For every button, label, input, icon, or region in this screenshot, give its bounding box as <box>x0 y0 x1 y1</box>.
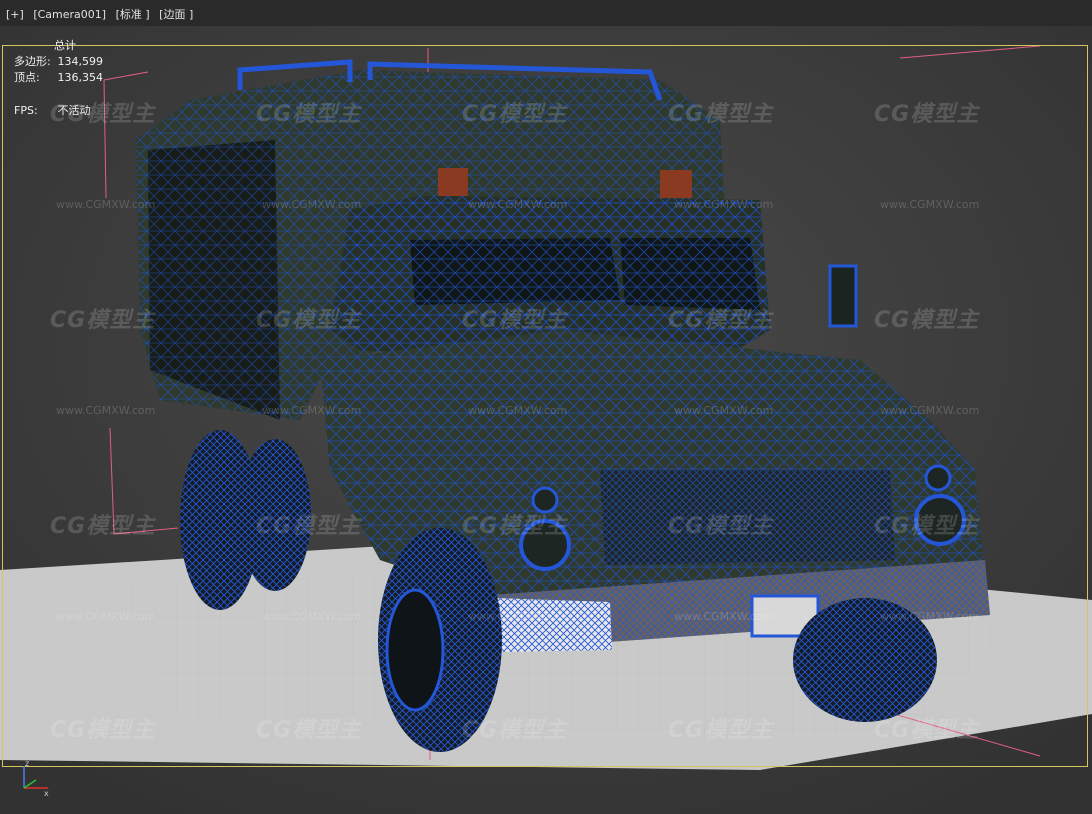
watermark-url: www.CGMXW.com <box>56 404 156 417</box>
watermark-url: www.CGMXW.com <box>674 610 774 623</box>
watermark-logo: CG模型主 <box>668 718 774 743</box>
vertices-value: 136,354 <box>57 71 104 84</box>
watermark-logo: CG模型主 <box>668 514 774 539</box>
watermark-url: www.CGMXW.com <box>468 610 568 623</box>
watermark-logo: CG模型主 <box>668 102 774 127</box>
watermark-logo: CG模型主 <box>50 718 156 743</box>
vertices-label: 顶点: <box>14 71 40 84</box>
viewport-statistics: 总计 多边形: 134,599 顶点: 136,354 <box>14 38 103 86</box>
axis-gizmo-icon: z x <box>23 759 49 798</box>
watermark-logo: CG模型主 <box>874 308 980 333</box>
watermark-url: www.CGMXW.com <box>880 404 980 417</box>
fps-value: 不活动 <box>57 104 91 117</box>
watermark-logo: CG模型主 <box>50 308 156 333</box>
fps-readout: FPS: 不活动 <box>14 102 91 118</box>
polygons-value: 134,599 <box>57 55 104 68</box>
watermark-logo: CG模型主 <box>874 718 980 743</box>
fps-label: FPS: <box>14 104 38 117</box>
watermark-logo: CG模型主 <box>462 308 568 333</box>
watermark-url: www.CGMXW.com <box>880 198 980 211</box>
watermark-url: www.CGMXW.com <box>56 610 156 623</box>
watermark-logo: CG模型主 <box>256 102 362 127</box>
watermark-logo: CG模型主 <box>256 308 362 333</box>
gizmo-x-label: x <box>44 789 49 798</box>
watermark-url: www.CGMXW.com <box>674 404 774 417</box>
watermark-url: www.CGMXW.com <box>674 198 774 211</box>
watermark-url: www.CGMXW.com <box>468 198 568 211</box>
watermark-logo: CG模型主 <box>462 102 568 127</box>
polygons-label: 多边形: <box>14 55 51 68</box>
watermark-url: www.CGMXW.com <box>262 610 362 623</box>
viewport-menu: [+] [Camera001] [标准 ] [边面 ] <box>6 6 199 22</box>
watermark-logo: CG模型主 <box>462 718 568 743</box>
watermark-logo: CG模型主 <box>462 514 568 539</box>
viewport-camera-menu[interactable]: [Camera001] <box>33 8 106 21</box>
watermark-logo: CG模型主 <box>874 102 980 127</box>
viewport[interactable]: [+] [Camera001] [标准 ] [边面 ] CG模型主 CG模型主 … <box>0 0 1092 814</box>
watermark-logo: CG模型主 <box>256 718 362 743</box>
watermark-url: www.CGMXW.com <box>56 198 156 211</box>
stats-header: 总计 <box>54 39 76 52</box>
watermark-logo: CG模型主 <box>668 308 774 333</box>
watermark-url: www.CGMXW.com <box>468 404 568 417</box>
watermark-logo: CG模型主 <box>50 514 156 539</box>
gizmo-z-label: z <box>25 759 29 768</box>
watermark-url: www.CGMXW.com <box>262 404 362 417</box>
watermark-url: www.CGMXW.com <box>262 198 362 211</box>
watermark-url: www.CGMXW.com <box>880 610 980 623</box>
viewport-shading-menu[interactable]: [标准 ] <box>116 8 150 21</box>
watermark-logo: CG模型主 <box>256 514 362 539</box>
viewport-edges-menu[interactable]: [边面 ] <box>159 8 193 21</box>
watermark-logo: CG模型主 <box>874 514 980 539</box>
viewport-plus-menu[interactable]: [+] <box>6 8 24 21</box>
